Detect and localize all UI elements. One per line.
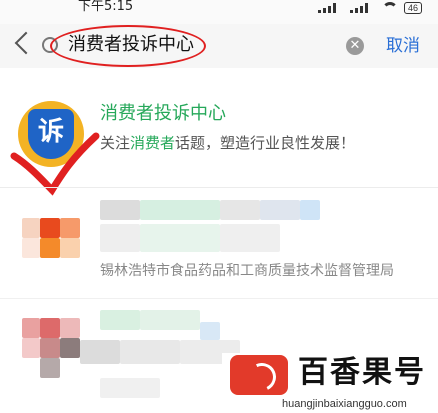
cancel-button[interactable]: 取消 <box>386 34 420 58</box>
back-icon[interactable] <box>14 31 38 55</box>
battery-icon: 46 <box>403 2 422 14</box>
wifi-icon <box>381 2 398 14</box>
status-time: 下午5:15 <box>78 0 134 14</box>
account-title: 消费者投诉中心 <box>100 103 226 124</box>
divider <box>0 298 438 299</box>
watermark-logo-icon <box>230 355 288 395</box>
clear-icon[interactable]: ✕ <box>346 37 364 55</box>
watermark-brand: 百香果号 <box>298 355 426 390</box>
signal-icon <box>317 3 344 13</box>
annotation-checkmark <box>10 132 100 196</box>
result-description: 锡林浩特市食品药品和工商质量技术监督管理局 <box>100 263 394 279</box>
account-subtitle: 关注消费者话题，塑造行业良性发展！ <box>100 134 356 152</box>
divider <box>0 187 438 188</box>
status-icons: 46 <box>317 2 422 14</box>
search-bar: 消费者投诉中心 ✕ 取消 <box>0 24 438 68</box>
watermark-url: huangjinbaixiangguo.com <box>282 398 407 410</box>
watermark: 百香果号 huangjinbaixiangguo.com <box>222 353 438 413</box>
annotation-circle <box>50 25 206 67</box>
status-bar: 下午5:15 46 <box>0 0 438 24</box>
signal-icon-2 <box>349 3 376 13</box>
